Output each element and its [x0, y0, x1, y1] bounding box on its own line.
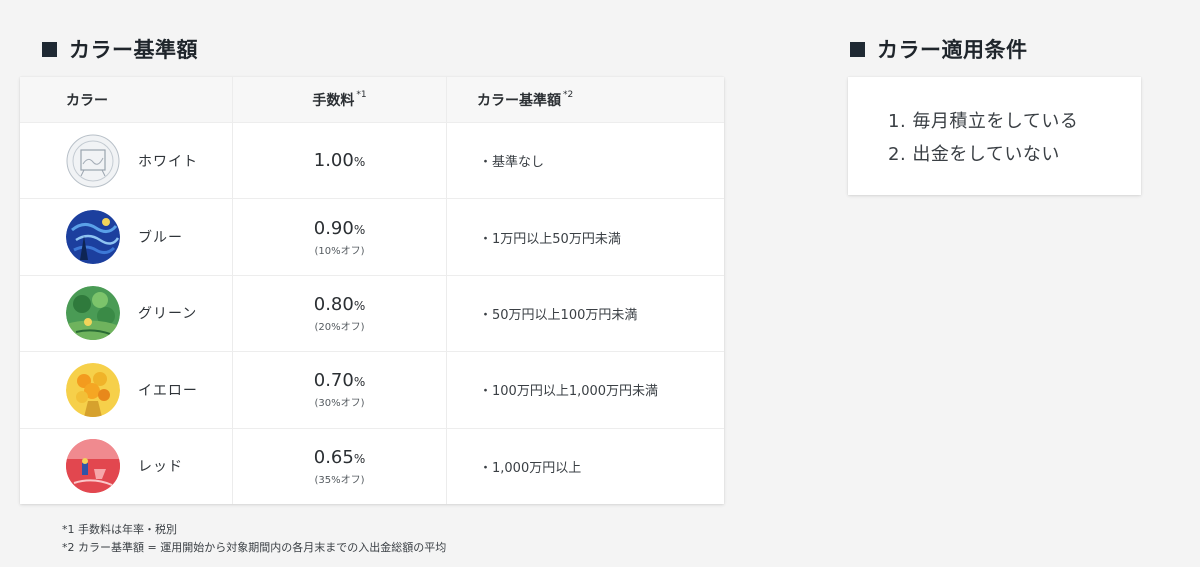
- color-name: イエロー: [138, 382, 198, 399]
- fee-discount: (30%オフ): [314, 398, 365, 410]
- base-cell: ・100万円以上1,000万円未満: [447, 352, 724, 427]
- footnote-2: *2 カラー基準額 = 運用開始から対象期間内の各月末までの入出金総額の平均: [62, 541, 447, 554]
- white-painting-icon: [66, 134, 120, 188]
- fee-rate-unit: %: [353, 222, 366, 237]
- fee-discount: (35%オフ): [314, 474, 365, 486]
- base-amount: ・100万円以上1,000万円未満: [479, 384, 659, 400]
- header-base-label: カラー基準額: [477, 92, 561, 109]
- color-name: グリーン: [138, 306, 198, 323]
- fee-rate: 0.70%: [314, 370, 365, 391]
- header-fee-label: 手数料: [312, 92, 355, 109]
- base-amount: ・1万円以上50万円未満: [479, 231, 621, 247]
- footnotes: *1 手数料は年率・税別 *2 カラー基準額 = 運用開始から対象期間内の各月末…: [62, 521, 446, 557]
- yellow-painting-icon: [66, 362, 120, 417]
- fee-rate-value: 1.00: [313, 150, 354, 172]
- color-cell: レッド: [20, 428, 233, 504]
- section-title-color-base: カラー基準額: [42, 34, 198, 64]
- table-row: グリーン 0.80% (20%オフ) ・50万円以上100万円未満: [20, 274, 724, 352]
- section-title-text: カラー適用条件: [877, 38, 1028, 62]
- color-name: レッド: [138, 459, 183, 476]
- fee-discount: (20%オフ): [314, 321, 365, 333]
- base-cell: ・基準なし: [447, 123, 724, 198]
- condition-item: 1. 毎月積立をしている: [888, 111, 1079, 132]
- fee-rate-value: 0.80: [313, 293, 354, 315]
- table-row: レッド 0.65% (35%オフ) ・1,000万円以上: [20, 427, 724, 504]
- fee-rate-value: 0.70: [313, 370, 354, 392]
- conditions-card: 1. 毎月積立をしている 2. 出金をしていない: [848, 77, 1141, 195]
- fee-discount: (10%オフ): [314, 245, 365, 257]
- color-cell: グリーン: [20, 275, 233, 352]
- header-color-label: カラー: [66, 92, 108, 109]
- color-cell: イエロー: [20, 352, 233, 428]
- fee-cell: 0.80% (20%オフ): [233, 275, 447, 352]
- base-cell: ・1万円以上50万円未満: [447, 199, 724, 274]
- header-fee: 手数料 *1: [233, 77, 447, 122]
- fee-cell: 1.00%: [233, 123, 447, 199]
- red-painting-icon: [66, 439, 120, 494]
- square-bullet-icon: [42, 41, 57, 57]
- blue-painting-icon: [66, 210, 120, 265]
- color-name: ブルー: [138, 230, 183, 247]
- square-bullet-icon: [850, 41, 865, 57]
- base-amount: ・基準なし: [479, 155, 545, 171]
- base-cell: ・50万円以上100万円未満: [447, 276, 724, 351]
- base-cell: ・1,000万円以上: [447, 429, 724, 504]
- color-cell: ホワイト: [20, 123, 233, 199]
- fee-rate: 0.90%: [314, 218, 365, 239]
- color-name: ホワイト: [138, 153, 198, 170]
- fee-rate-unit: %: [353, 155, 366, 170]
- fee-rate-unit: %: [353, 298, 366, 313]
- fee-rate-unit: %: [353, 375, 366, 390]
- section-title-text: カラー基準額: [69, 38, 198, 62]
- table-row: ホワイト 1.00% ・基準なし: [20, 122, 724, 199]
- header-color: カラー: [20, 77, 233, 122]
- fee-rate: 0.80%: [314, 294, 365, 315]
- header-fee-footnote-mark: *1: [356, 89, 367, 100]
- fee-rate-unit: %: [353, 451, 366, 466]
- base-amount: ・50万円以上100万円未満: [479, 307, 638, 323]
- table-header: カラー 手数料 *1 カラー基準額 *2: [20, 77, 724, 122]
- condition-item: 2. 出金をしていない: [888, 144, 1060, 165]
- fee-cell: 0.65% (35%オフ): [233, 428, 447, 504]
- color-base-table: カラー 手数料 *1 カラー基準額 *2 ホワイト 1.00% ・基準なし ブル…: [20, 77, 724, 504]
- table-row: イエロー 0.70% (30%オフ) ・100万円以上1,000万円未満: [20, 351, 724, 428]
- fee-rate: 0.65%: [314, 447, 365, 468]
- color-cell: ブルー: [20, 199, 233, 275]
- green-painting-icon: [66, 286, 120, 341]
- header-base: カラー基準額 *2: [447, 77, 724, 122]
- base-amount: ・1,000万円以上: [479, 460, 582, 476]
- fee-cell: 0.90% (10%オフ): [233, 199, 447, 275]
- fee-rate-value: 0.65: [313, 446, 354, 468]
- footnote-1: *1 手数料は年率・税別: [62, 523, 177, 536]
- fee-rate: 1.00%: [314, 150, 365, 171]
- fee-rate-value: 0.90: [313, 217, 354, 239]
- section-title-conditions: カラー適用条件: [850, 34, 1028, 64]
- table-row: ブルー 0.90% (10%オフ) ・1万円以上50万円未満: [20, 198, 724, 275]
- header-base-footnote-mark: *2: [563, 89, 574, 100]
- fee-cell: 0.70% (30%オフ): [233, 352, 447, 428]
